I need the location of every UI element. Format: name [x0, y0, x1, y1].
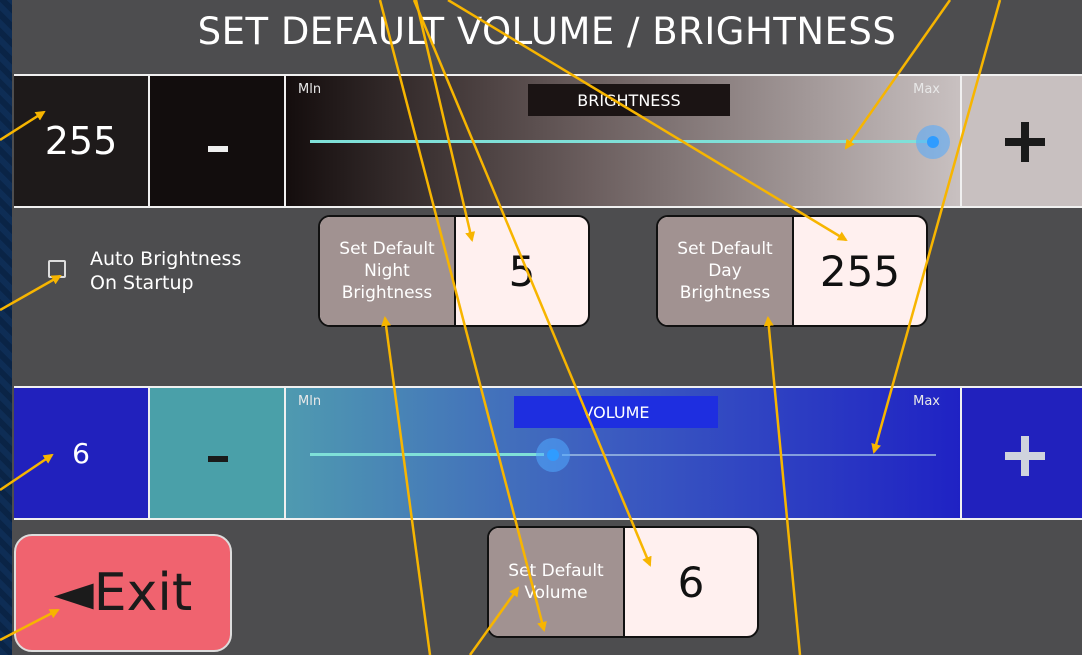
annotation-arrows — [0, 0, 1002, 655]
